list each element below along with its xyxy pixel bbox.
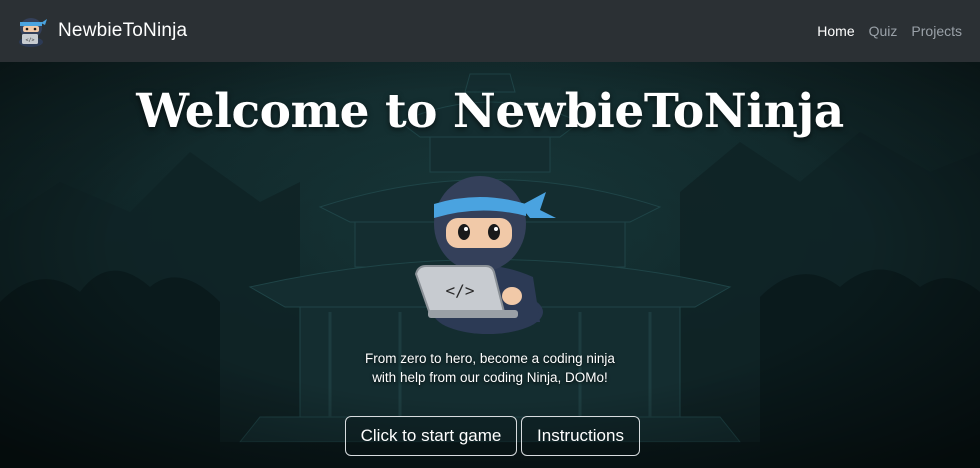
ninja-logo-icon: </> — [19, 18, 47, 47]
hero-section: Welcome to NewbieToNinja </> From zero t… — [0, 62, 980, 468]
tagline-line-2: with help from our coding Ninja, DOMo! — [372, 370, 608, 385]
hero-tagline: From zero to hero, become a coding ninja… — [0, 349, 980, 387]
tagline-line-1: From zero to hero, become a coding ninja — [365, 351, 615, 366]
ninja-with-laptop-icon: </> — [414, 176, 556, 334]
nav-links: Home Quiz Projects — [817, 23, 962, 39]
hero-title: Welcome to NewbieToNinja — [136, 84, 844, 139]
hero-buttons: Click to start game Instructions — [345, 416, 640, 456]
nav-link-quiz[interactable]: Quiz — [869, 23, 898, 39]
code-symbol: </> — [446, 281, 475, 300]
nav-link-projects[interactable]: Projects — [911, 23, 962, 39]
svg-text:</>: </> — [25, 38, 34, 44]
brand[interactable]: </> NewbieToNinja — [14, 14, 187, 48]
top-navbar: </> NewbieToNinja Home Quiz Projects — [0, 0, 980, 62]
brand-name: NewbieToNinja — [58, 20, 188, 41]
start-game-button[interactable]: Click to start game — [345, 416, 517, 456]
instructions-button[interactable]: Instructions — [521, 416, 640, 456]
nav-link-home[interactable]: Home — [817, 23, 854, 39]
